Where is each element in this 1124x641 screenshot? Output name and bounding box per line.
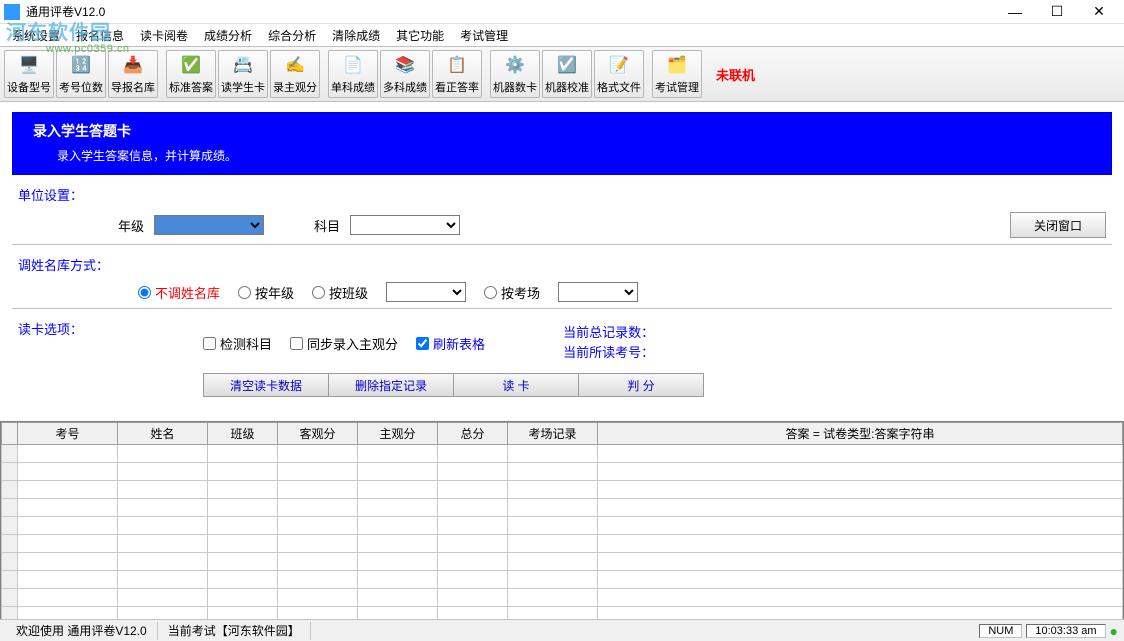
total-records-label: 当前总记录数： — [563, 323, 654, 343]
tool-correct-rate[interactable]: 📋看正答率 — [432, 50, 482, 98]
current-examno-label: 当前所读考号： — [563, 343, 654, 363]
table-row[interactable] — [2, 445, 1123, 463]
grid-header-row: 考号 姓名 班级 客观分 主观分 总分 考场记录 答案 = 试卷类型:答案字符串 — [2, 423, 1123, 445]
menu-exam-manage[interactable]: 考试管理 — [452, 25, 516, 46]
col-answer[interactable]: 答案 = 试卷类型:答案字符串 — [598, 423, 1123, 445]
tool-format-file[interactable]: 📝格式文件 — [594, 50, 644, 98]
banner-description: 录入学生答案信息，并计算成绩。 — [57, 147, 1095, 164]
unit-settings-label: 单位设置： — [18, 188, 83, 203]
close-button[interactable]: ✕ — [1078, 1, 1120, 23]
window-title: 通用评卷V12.0 — [26, 3, 994, 20]
tool-device-model[interactable]: 🖥️设备型号 — [4, 50, 54, 98]
col-name[interactable]: 姓名 — [118, 423, 208, 445]
status-welcome: 欢迎使用 通用评卷V12.0 — [6, 622, 158, 640]
radio-by-class[interactable]: 按班级 — [312, 283, 368, 302]
table-row[interactable] — [2, 499, 1123, 517]
status-numlock: NUM — [979, 624, 1022, 638]
menu-comprehensive[interactable]: 综合分析 — [260, 25, 324, 46]
minimize-button[interactable]: — — [994, 1, 1036, 23]
col-objective[interactable]: 客观分 — [278, 423, 358, 445]
data-grid[interactable]: 考号 姓名 班级 客观分 主观分 总分 考场记录 答案 = 试卷类型:答案字符串 — [0, 421, 1124, 629]
readcard-section: 读卡选项： 检测科目 同步录入主观分 刷新表格 当前总记录数： 当前所读考号： … — [12, 309, 1112, 403]
close-window-button[interactable]: 关闭窗口 — [1010, 212, 1106, 238]
single-score-icon: 📄 — [341, 53, 365, 77]
calibrate-icon: ☑️ — [555, 53, 579, 77]
status-current-exam: 当前考试【河东软件园】 — [158, 622, 311, 640]
radio-no-lookup[interactable]: 不调姓名库 — [138, 283, 220, 302]
status-time: 10:03:33 am — [1026, 624, 1105, 638]
connection-status: 未联机 — [716, 65, 755, 84]
banner-title: 录入学生答题卡 — [33, 121, 1095, 141]
col-total[interactable]: 总分 — [438, 423, 508, 445]
unit-settings-section: 单位设置： 年级 科目 关闭窗口 — [12, 175, 1112, 245]
table-row[interactable] — [2, 589, 1123, 607]
judge-score-button[interactable]: 判 分 — [578, 373, 704, 397]
namelib-label: 调姓名库方式： — [18, 258, 109, 273]
multi-score-icon: 📚 — [393, 53, 417, 77]
check-sync-subjective[interactable]: 同步录入主观分 — [290, 334, 398, 353]
format-icon: 📝 — [607, 53, 631, 77]
tool-exam-manage[interactable]: 🗂️考试管理 — [652, 50, 702, 98]
tool-single-score[interactable]: 📄单科成绩 — [328, 50, 378, 98]
maximize-button[interactable]: ☐ — [1036, 1, 1078, 23]
table-row[interactable] — [2, 535, 1123, 553]
menu-score-analysis[interactable]: 成绩分析 — [196, 25, 260, 46]
page-banner: 录入学生答题卡 录入学生答案信息，并计算成绩。 — [12, 112, 1112, 175]
status-indicator-icon: ● — [1110, 623, 1118, 639]
check-detect-subject[interactable]: 检测科目 — [203, 334, 272, 353]
col-examno[interactable]: 考号 — [18, 423, 118, 445]
digits-icon: 🔢 — [69, 53, 93, 77]
readcard-icon: 📇 — [231, 53, 255, 77]
tool-machine-count[interactable]: ⚙️机器数卡 — [490, 50, 540, 98]
machine-icon: ⚙️ — [503, 53, 527, 77]
readcard-label: 读卡选项： — [18, 319, 83, 338]
col-subjective[interactable]: 主观分 — [358, 423, 438, 445]
app-icon — [4, 4, 20, 20]
subject-select[interactable] — [350, 215, 460, 235]
table-row[interactable] — [2, 517, 1123, 535]
room-select[interactable] — [558, 282, 638, 302]
answer-icon: ✅ — [179, 53, 203, 77]
rate-icon: 📋 — [445, 53, 469, 77]
col-class[interactable]: 班级 — [208, 423, 278, 445]
import-icon: 📥 — [121, 53, 145, 77]
tool-multi-score[interactable]: 📚多科成绩 — [380, 50, 430, 98]
tool-import-namelib[interactable]: 📥导报名库 — [108, 50, 158, 98]
menu-system-settings[interactable]: 系统设置 — [4, 25, 68, 46]
class-select[interactable] — [386, 282, 466, 302]
tool-exam-number-digits[interactable]: 🔢考号位数 — [56, 50, 106, 98]
grid-corner — [2, 423, 18, 445]
table-row[interactable] — [2, 571, 1123, 589]
col-room-record[interactable]: 考场记录 — [508, 423, 598, 445]
delete-record-button[interactable]: 删除指定记录 — [328, 373, 454, 397]
grade-select[interactable] — [154, 215, 264, 235]
title-bar: 通用评卷V12.0 — ☐ ✕ — [0, 0, 1124, 24]
namelib-section: 调姓名库方式： 不调姓名库 按年级 按班级 按考场 — [12, 245, 1112, 309]
table-row[interactable] — [2, 553, 1123, 571]
menu-clear-scores[interactable]: 清除成绩 — [324, 25, 388, 46]
menu-bar: 系统设置 报名信息 读卡阅卷 成绩分析 综合分析 清除成绩 其它功能 考试管理 — [0, 24, 1124, 46]
tool-machine-calibrate[interactable]: ☑️机器校准 — [542, 50, 592, 98]
toolbar: 🖥️设备型号 🔢考号位数 📥导报名库 ✅标准答案 📇读学生卡 ✍️录主观分 📄单… — [0, 46, 1124, 102]
check-refresh-grid[interactable]: 刷新表格 — [416, 334, 485, 353]
exam-manage-icon: 🗂️ — [665, 53, 689, 77]
radio-by-room[interactable]: 按考场 — [484, 283, 540, 302]
menu-other[interactable]: 其它功能 — [388, 25, 452, 46]
tool-standard-answer[interactable]: ✅标准答案 — [166, 50, 216, 98]
tool-read-student-card[interactable]: 📇读学生卡 — [218, 50, 268, 98]
status-bar: 欢迎使用 通用评卷V12.0 当前考试【河东软件园】 NUM 10:03:33 … — [0, 619, 1124, 641]
clear-data-button[interactable]: 清空读卡数据 — [203, 373, 329, 397]
subjective-icon: ✍️ — [283, 53, 307, 77]
tool-enter-subjective[interactable]: ✍️录主观分 — [270, 50, 320, 98]
read-card-button[interactable]: 读 卡 — [453, 373, 579, 397]
menu-card-reading[interactable]: 读卡阅卷 — [132, 25, 196, 46]
table-row[interactable] — [2, 463, 1123, 481]
device-icon: 🖥️ — [17, 53, 41, 77]
menu-registration[interactable]: 报名信息 — [68, 25, 132, 46]
grade-label: 年级 — [118, 216, 144, 235]
subject-label: 科目 — [314, 216, 340, 235]
radio-by-grade[interactable]: 按年级 — [238, 283, 294, 302]
table-row[interactable] — [2, 481, 1123, 499]
